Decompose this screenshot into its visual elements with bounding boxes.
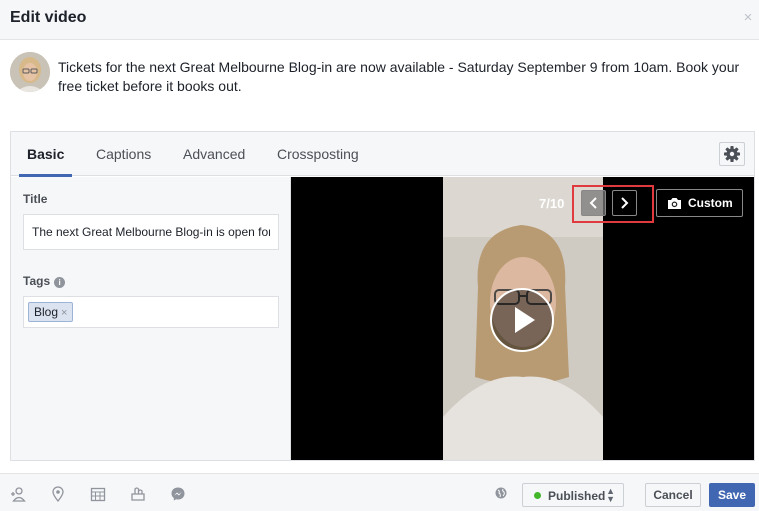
post-text: Tickets for the next Great Melbourne Blo… (58, 59, 740, 94)
camera-icon (668, 198, 681, 209)
next-thumbnail-button[interactable] (612, 190, 637, 216)
tag-chip-label: Blog (34, 305, 59, 319)
dialog-footer: Published ▲ ▼ Cancel Save (0, 473, 759, 511)
thumbnail-counter: 7/10 (539, 196, 565, 211)
video-preview: 7/10 Custom (291, 177, 754, 460)
feeling-icon[interactable] (130, 486, 146, 502)
messenger-icon[interactable] (170, 486, 186, 502)
gear-icon (724, 146, 740, 162)
play-icon (515, 307, 535, 333)
custom-thumbnail-button[interactable]: Custom (656, 189, 743, 217)
previous-thumbnail-button[interactable] (581, 190, 606, 216)
play-button[interactable] (490, 288, 554, 352)
close-icon[interactable]: × (741, 10, 755, 26)
remove-tag-icon[interactable]: × (61, 307, 67, 319)
schedule-icon[interactable] (90, 486, 106, 502)
location-icon[interactable] (50, 486, 66, 502)
save-button[interactable]: Save (709, 483, 755, 507)
chevron-left-icon (589, 197, 597, 209)
video-details-form: Title Tagsi Blog× (11, 177, 291, 460)
tags-label-row: Tags i (23, 274, 66, 288)
tag-people-icon[interactable] (10, 486, 26, 502)
info-icon[interactable]: i (54, 277, 66, 288)
tab-crossposting[interactable]: Crossposting (277, 132, 359, 176)
tags-input[interactable]: Blog × (23, 296, 279, 328)
tag-chip: Blog × (28, 302, 74, 322)
chevron-right-icon (621, 197, 629, 209)
tab-advanced[interactable]: Advanced (183, 132, 245, 176)
user-avatar (10, 52, 50, 92)
globe-icon (495, 487, 507, 499)
cancel-button[interactable]: Cancel (645, 483, 701, 507)
chevron-up-down-icon: ▲ ▼ (606, 486, 615, 504)
privacy-status-label: Published (548, 489, 606, 503)
dialog-title: Edit video (10, 9, 87, 26)
custom-thumbnail-label: Custom (688, 196, 733, 210)
tab-bar: Basic Captions Advanced Crossposting (11, 132, 754, 177)
video-editor-panel: Basic Captions Advanced Crossposting Tit… (10, 131, 755, 461)
dialog-header: Edit video × (0, 0, 759, 40)
settings-button[interactable] (719, 142, 745, 166)
title-label: Title (23, 192, 48, 206)
tags-label: Tags (23, 274, 51, 288)
title-input[interactable] (23, 214, 279, 250)
status-dot (534, 492, 541, 499)
privacy-status-dropdown[interactable]: Published ▲ ▼ (522, 483, 624, 507)
tab-captions[interactable]: Captions (96, 132, 151, 176)
tab-basic[interactable]: Basic (18, 132, 73, 177)
